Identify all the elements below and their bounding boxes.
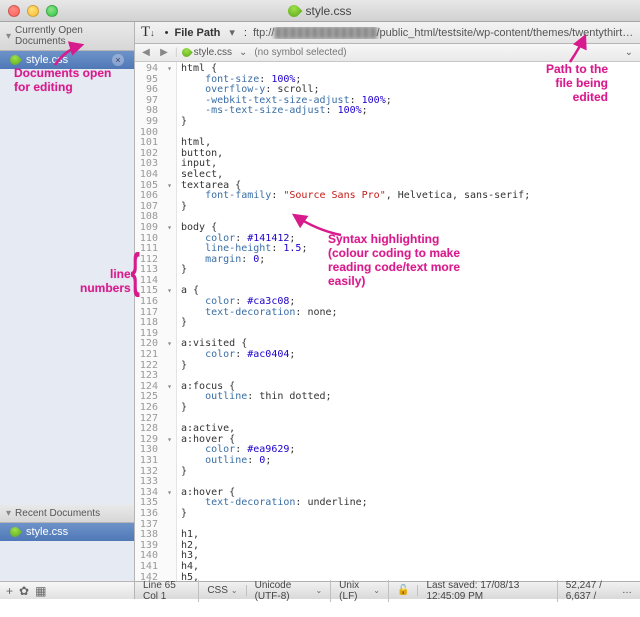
file-icon — [8, 525, 22, 539]
document-name: style.css — [26, 526, 68, 538]
recent-documents-header: ▾ Recent Documents — [0, 505, 134, 523]
chevron-down-icon[interactable]: ⌄ — [236, 47, 250, 58]
sidebar: ▾ Currently Open Documents style.css × ▾… — [0, 22, 135, 599]
close-document-button[interactable]: × — [112, 54, 124, 66]
line-number-gutter: 94 ▾95 96 97 98 99 100 101 102 103 104 1… — [135, 62, 177, 581]
nav-back-button[interactable]: ◀ — [139, 47, 153, 58]
open-document-item[interactable]: style.css × — [0, 51, 134, 69]
recent-document-item[interactable]: style.css — [0, 523, 134, 541]
file-crumb[interactable]: style.css — [182, 47, 232, 58]
symbol-bar: ◀ ▶ | style.css ⌄ (no symbol selected) ⌄ — [135, 44, 640, 62]
zoom-window-button[interactable] — [46, 5, 58, 17]
encoding-selector[interactable]: Unicode (UTF-8)⌄ — [247, 580, 332, 602]
chevron-down-icon[interactable]: ▾ — [226, 26, 238, 39]
filepath-label: File Path — [175, 27, 221, 39]
line-ending-selector[interactable]: Unix (LF)⌄ — [331, 580, 389, 602]
window-title-text: style.css — [305, 4, 351, 18]
dot-icon: • — [165, 27, 169, 39]
cursor-position: Line 65 Col 1 — [135, 580, 199, 602]
file-path[interactable]: ftp://██████████████/public_html/testsit… — [253, 27, 634, 39]
code-content[interactable]: html { font-size: 100%; overflow-y: scro… — [177, 62, 640, 581]
settings-button[interactable]: ✿ — [19, 584, 29, 598]
close-window-button[interactable] — [8, 5, 20, 17]
code-editor[interactable]: 94 ▾95 96 97 98 99 100 101 102 103 104 1… — [135, 62, 640, 581]
minimize-window-button[interactable] — [27, 5, 39, 17]
last-saved: Last saved: 17/08/13 12:45:09 PM — [418, 580, 557, 602]
document-name: style.css — [26, 54, 68, 66]
file-size: 52,247 / 6,637 / … — [558, 580, 640, 602]
open-documents-header: ▾ Currently Open Documents — [0, 22, 134, 51]
file-icon — [180, 46, 193, 59]
nav-forward-button[interactable]: ▶ — [157, 47, 171, 58]
open-documents-label: Currently Open Documents — [15, 25, 128, 47]
chevron-down-icon[interactable]: ⌄ — [622, 47, 636, 58]
window-title: style.css — [0, 4, 640, 18]
add-button[interactable]: + — [6, 584, 13, 598]
grid-button[interactable]: ▦ — [35, 584, 46, 598]
lock-icon[interactable]: 🔓 — [389, 585, 418, 596]
status-bar: Line 65 Col 1 CSS⌄ Unicode (UTF-8)⌄ Unix… — [135, 581, 640, 599]
file-icon — [8, 53, 22, 67]
sidebar-footer: + ✿ ▦ — [0, 581, 134, 599]
window-titlebar: style.css — [0, 0, 640, 22]
editor-area: T↓ • File Path ▾: ftp://██████████████/p… — [135, 22, 640, 599]
text-mode-icon[interactable]: T↓ — [141, 24, 159, 41]
window-controls — [8, 5, 58, 17]
symbol-selector[interactable]: (no symbol selected) — [254, 47, 617, 58]
file-icon — [286, 2, 303, 19]
path-bar: T↓ • File Path ▾: ftp://██████████████/p… — [135, 22, 640, 44]
recent-documents-label: Recent Documents — [15, 508, 100, 519]
language-selector[interactable]: CSS⌄ — [199, 585, 246, 596]
divider: | — [175, 47, 178, 58]
